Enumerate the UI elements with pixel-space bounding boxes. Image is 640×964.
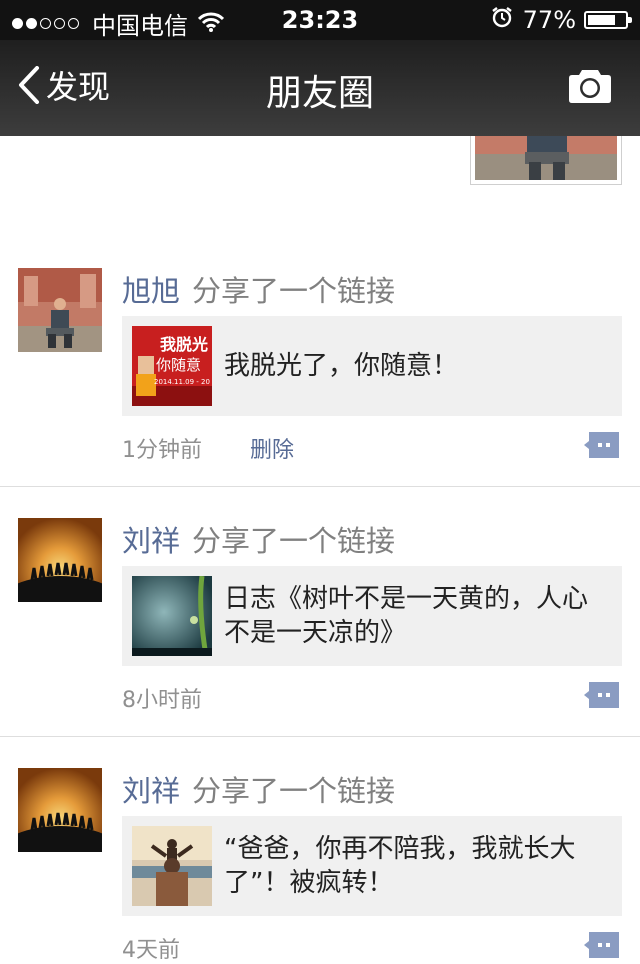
avatar[interactable] xyxy=(18,768,102,852)
delete-button[interactable]: 删除 xyxy=(250,432,294,464)
moment-post: 旭旭 分享了一个链接 我脱光 你随意 2014.11.09 - 20 我脱光了，你… xyxy=(0,268,640,486)
comment-icon xyxy=(584,432,619,458)
post-header: 刘祥 分享了一个链接 xyxy=(122,768,395,810)
shared-link-card[interactable]: 日志《树叶不是一天黄的，人心不是一天凉的》 xyxy=(122,566,622,666)
page-title: 朋友圈 xyxy=(265,73,374,114)
comment-icon xyxy=(584,682,619,708)
navigation-bar: 发现 朋友圈 xyxy=(0,40,640,136)
divider xyxy=(0,486,640,487)
comment-icon xyxy=(584,932,619,958)
thumb-line-3: 2014.11.09 - 20 xyxy=(154,378,210,386)
divider xyxy=(0,736,640,737)
post-action: 分享了一个链接 xyxy=(192,774,396,808)
shared-link-card[interactable]: “爸爸，你再不陪我，我就长大了”！被疯转！ xyxy=(122,816,622,916)
post-time: 1分钟前 xyxy=(122,438,202,463)
link-title: 日志《树叶不是一天黄的，人心不是一天凉的》 xyxy=(224,584,589,648)
thumb-line-2: 你随意 xyxy=(156,356,201,374)
camera-button[interactable] xyxy=(568,66,612,108)
comment-button[interactable] xyxy=(583,430,621,460)
user-name[interactable]: 刘祥 xyxy=(122,524,180,558)
link-thumbnail: 我脱光 你随意 2014.11.09 - 20 xyxy=(132,326,212,406)
status-bar: 中国电信 23:23 77% xyxy=(0,0,640,40)
moment-post: 刘祥 分享了一个链接 “爸爸，你再不陪我，我就长大了”！被疯转！ 4天前 xyxy=(0,768,640,963)
avatar[interactable] xyxy=(18,518,102,602)
link-title: “爸爸，你再不陪我，我就长大了”！被疯转！ xyxy=(224,834,576,898)
battery-icon xyxy=(584,11,632,29)
user-name[interactable]: 旭旭 xyxy=(122,274,180,308)
post-time: 4天前 xyxy=(122,938,180,963)
alarm-icon xyxy=(491,6,513,34)
post-header: 刘祥 分享了一个链接 xyxy=(122,518,395,560)
moment-post: 刘祥 分享了一个链接 日志《树叶不是一天黄的，人心不是一天凉的》 8小时前 xyxy=(0,518,640,736)
user-name[interactable]: 刘祥 xyxy=(122,774,180,808)
post-action: 分享了一个链接 xyxy=(192,524,396,558)
post-action: 分享了一个链接 xyxy=(192,274,396,308)
camera-icon xyxy=(569,70,611,103)
battery-percent: 77% xyxy=(522,6,576,34)
thumb-line-1: 我脱光 xyxy=(160,335,208,354)
post-header: 旭旭 分享了一个链接 xyxy=(122,268,395,310)
comment-button[interactable] xyxy=(583,680,621,710)
shared-link-card[interactable]: 我脱光 你随意 2014.11.09 - 20 我脱光了，你随意！ xyxy=(122,316,622,416)
link-thumbnail xyxy=(132,826,212,906)
link-title: 我脱光了，你随意！ xyxy=(224,351,459,381)
link-thumbnail xyxy=(132,576,212,656)
post-time: 8小时前 xyxy=(122,688,202,713)
comment-button[interactable] xyxy=(583,930,621,960)
avatar[interactable] xyxy=(18,268,102,352)
